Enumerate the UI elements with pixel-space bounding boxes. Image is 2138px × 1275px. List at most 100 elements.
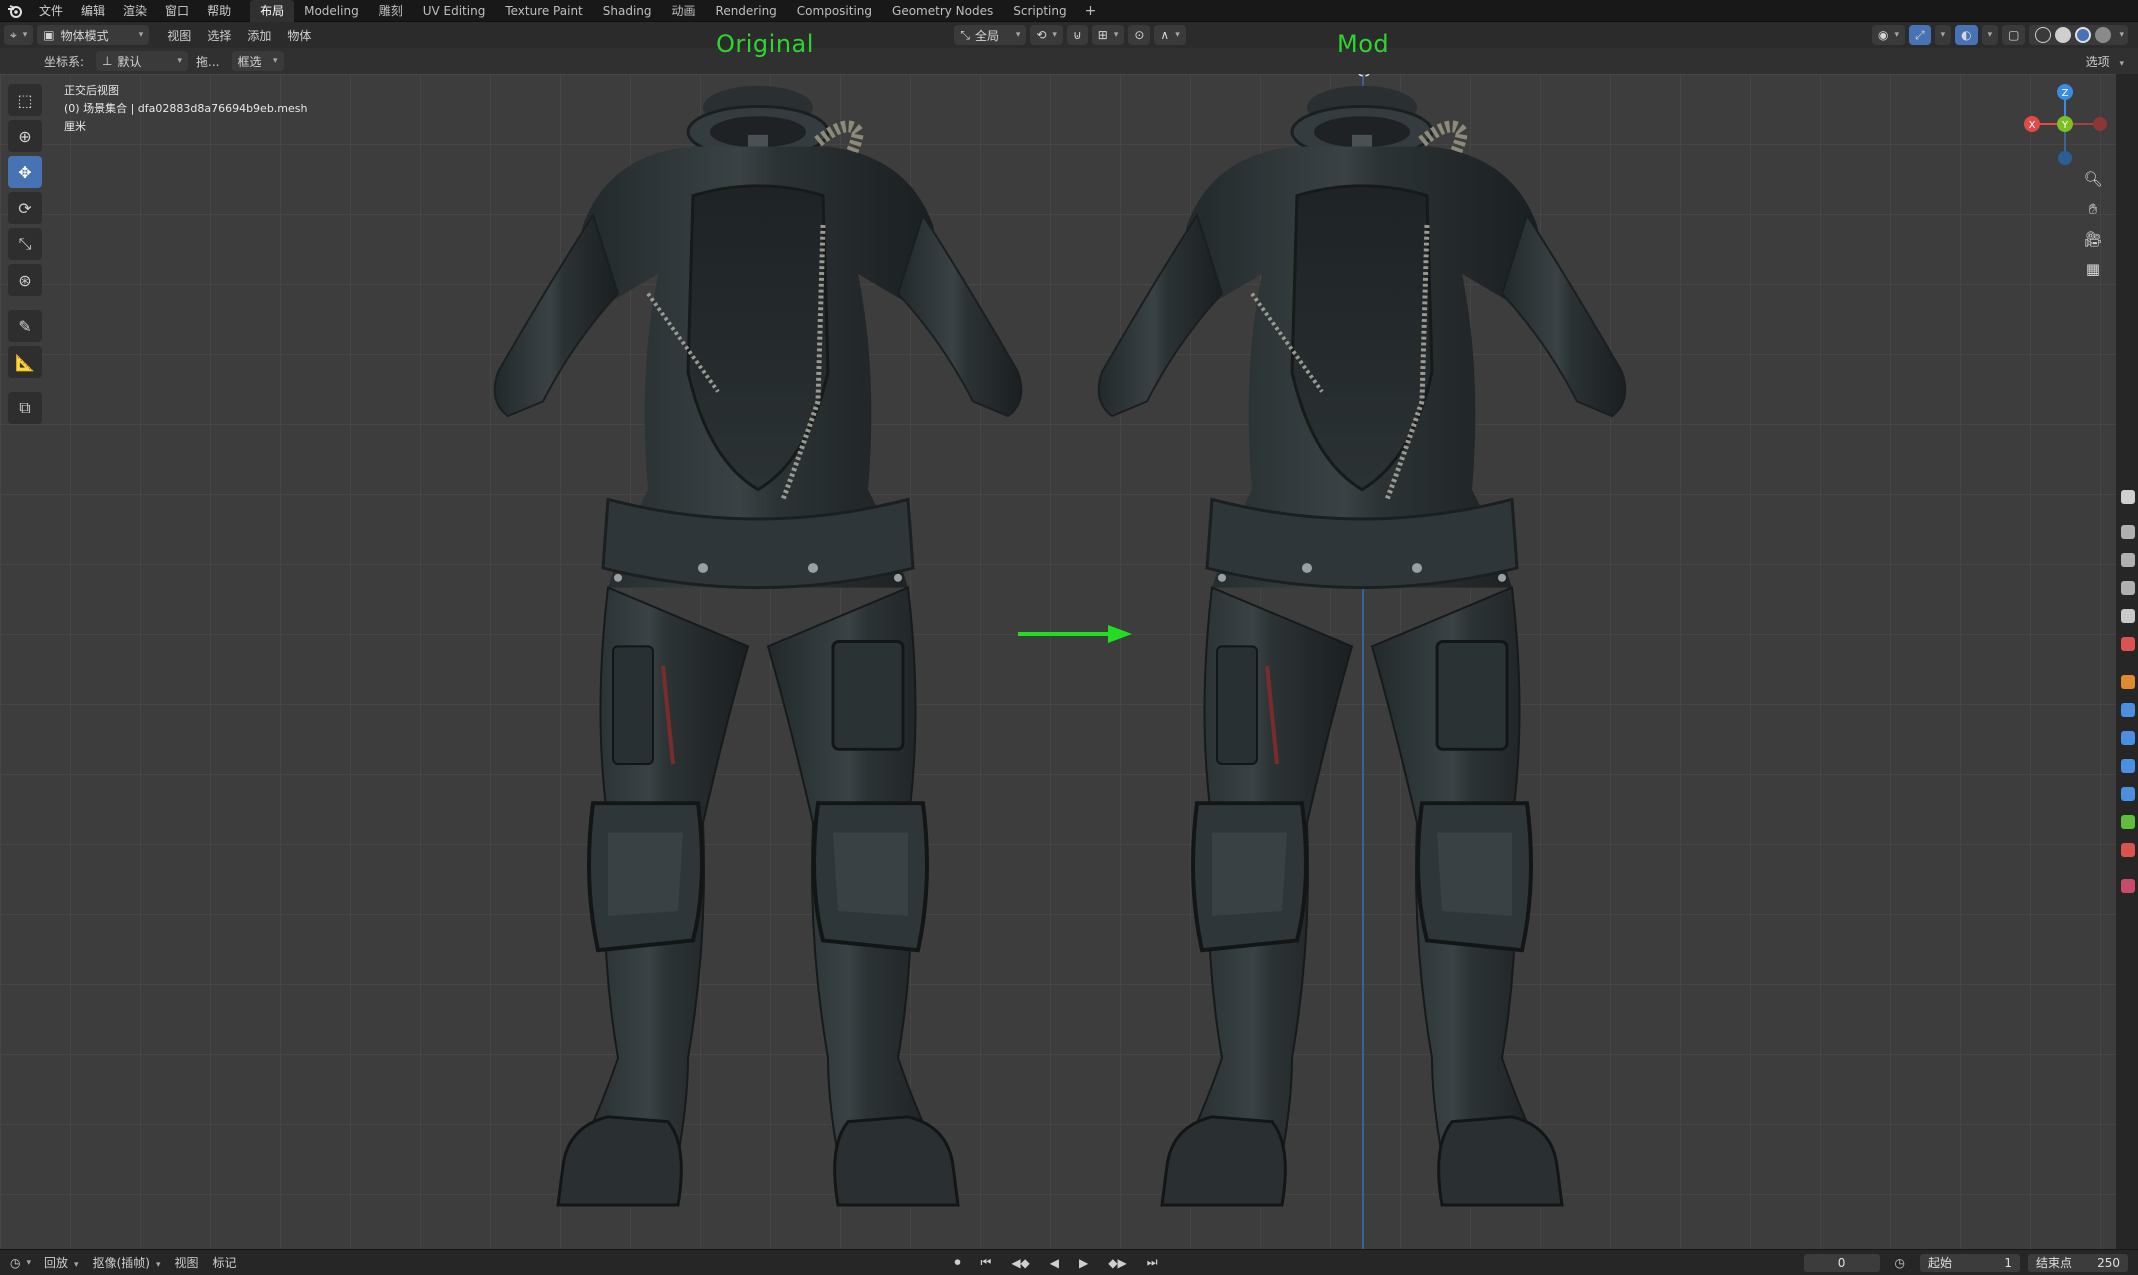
move-tool[interactable]: ✥ <box>8 156 42 188</box>
3d-cursor-icon <box>1357 74 1371 77</box>
neg-z-axis-icon[interactable] <box>2058 151 2072 165</box>
falloff-curve-icon: ∧ <box>1160 28 1170 42</box>
navigation-gizmo[interactable]: Z X Y <box>2020 80 2110 170</box>
solid-shading-icon[interactable] <box>2055 27 2072 43</box>
editor-type-button[interactable]: ⌖ ▾ <box>4 25 34 45</box>
menu-select[interactable]: 选择 <box>199 27 239 44</box>
axis-icon: ⊥ <box>102 54 113 68</box>
annotate-tool[interactable]: ✎ <box>8 310 42 342</box>
falloff-button[interactable]: ∧ ▾ <box>1154 25 1186 45</box>
add-cube-tool[interactable]: ⧉ <box>8 392 42 424</box>
tab-scripting[interactable]: Scripting <box>1003 0 1076 22</box>
view-layer-tab-icon[interactable] <box>2121 581 2135 595</box>
menu-help[interactable]: 帮助 <box>198 0 240 22</box>
select-mode-select[interactable]: 框选 ▾ <box>231 51 284 71</box>
tab-animation[interactable]: 动画 <box>662 0 706 22</box>
tab-modeling[interactable]: Modeling <box>294 0 369 22</box>
jump-start-button[interactable]: ⏮ <box>974 1255 999 1270</box>
pivot-point-button[interactable]: ⟲ ▾ <box>1030 25 1063 45</box>
tab-uv-editing[interactable]: UV Editing <box>413 0 496 22</box>
world-tab-icon[interactable] <box>2121 637 2135 651</box>
menu-window[interactable]: 窗口 <box>156 0 198 22</box>
menu-edit[interactable]: 编辑 <box>72 0 114 22</box>
blender-logo-icon[interactable] <box>0 0 30 22</box>
xray-toggle[interactable]: ▢ <box>2002 25 2026 45</box>
material-shading-icon[interactable] <box>2075 27 2092 43</box>
play-button[interactable]: ▶ <box>1072 1256 1095 1270</box>
tab-compositing[interactable]: Compositing <box>787 0 882 22</box>
menu-view[interactable]: 视图 <box>159 27 199 44</box>
particles-tab-icon[interactable] <box>2121 731 2135 745</box>
options-button[interactable]: 选项 ▾ <box>2078 53 2132 70</box>
overlays-dropdown[interactable]: ▾ <box>1981 25 1999 45</box>
output-tab-icon[interactable] <box>2121 553 2135 567</box>
record-button[interactable]: ⏺ <box>948 1255 968 1270</box>
marker-menu[interactable]: 标记 <box>205 1254 243 1271</box>
add-workspace-button[interactable]: + <box>1077 3 1105 19</box>
transform-orientation-select[interactable]: ⤡ 全局 ▾ <box>954 25 1027 45</box>
wireframe-shading-icon[interactable] <box>2035 27 2052 43</box>
scene-tab-icon[interactable] <box>2121 609 2135 623</box>
snap-toggle[interactable]: ⊍ <box>1066 25 1088 45</box>
end-frame-field[interactable]: 结束点 250 <box>2028 1253 2128 1272</box>
gizmo-toggle[interactable]: ⤢ <box>1908 25 1931 45</box>
start-frame-field[interactable]: 起始 1 <box>1920 1253 2020 1272</box>
tab-geometry-nodes[interactable]: Geometry Nodes <box>882 0 1003 22</box>
ortho-grid-icon[interactable]: ▦ <box>2080 256 2106 282</box>
drag-label[interactable]: 拖... <box>188 53 227 70</box>
cursor-tool[interactable]: ⊕ <box>8 120 42 152</box>
visibility-button[interactable]: ◉ ▾ <box>1871 25 1905 45</box>
menu-render[interactable]: 渲染 <box>114 0 156 22</box>
camera-view-icon[interactable]: 🎥︎ <box>2080 226 2106 252</box>
neg-x-axis-icon[interactable] <box>2093 117 2107 131</box>
jump-end-button[interactable]: ⏭ <box>1140 1255 1165 1270</box>
select-box-tool[interactable]: ⬚ <box>8 84 42 116</box>
menu-object[interactable]: 物体 <box>279 27 319 44</box>
data-tab-icon[interactable] <box>2121 815 2135 829</box>
menu-file[interactable]: 文件 <box>30 0 72 22</box>
view-name: 正交后视图 <box>64 84 119 97</box>
keying-menu[interactable]: 抠像(插帧) ▾ <box>86 1254 168 1271</box>
object-tab-icon[interactable] <box>2121 675 2135 689</box>
rotate-tool[interactable]: ⟳ <box>8 192 42 224</box>
overlays-toggle[interactable]: ◐ <box>1955 25 1978 45</box>
prev-keyframe-button[interactable]: ◀◆ <box>1004 1256 1036 1270</box>
timeline-editor-type-button[interactable]: ◷ ▾ <box>4 1253 37 1273</box>
tab-texture-paint[interactable]: Texture Paint <box>495 0 592 22</box>
original-model[interactable] <box>495 86 1022 1205</box>
tab-rendering[interactable]: Rendering <box>706 0 787 22</box>
tool-tab-icon[interactable] <box>2121 490 2135 504</box>
preview-range-icon[interactable]: ◷ <box>1888 1256 1912 1270</box>
menu-add[interactable]: 添加 <box>239 27 279 44</box>
chevron-down-icon: ▾ <box>74 1260 79 1270</box>
shading-modes[interactable]: ▾ <box>2029 25 2128 45</box>
transform-tool[interactable]: ⊛ <box>8 264 42 296</box>
zoom-icon[interactable]: 🔍︎ <box>2080 166 2106 192</box>
scale-tool[interactable]: ⤡ <box>8 228 42 260</box>
mode-select[interactable]: ▣ 物体模式 ▾ <box>37 25 150 45</box>
3d-viewport[interactable]: Original <box>0 74 2116 1249</box>
playback-menu[interactable]: 回放 ▾ <box>37 1254 86 1271</box>
snap-target-button[interactable]: ⊞ ▾ <box>1091 25 1125 45</box>
measure-tool[interactable]: 📐 <box>8 346 42 378</box>
pan-hand-icon[interactable]: ✋︎ <box>2080 196 2106 222</box>
chevron-down-icon: ▾ <box>2119 30 2124 40</box>
gizmo-dropdown[interactable]: ▾ <box>1934 25 1952 45</box>
mod-model[interactable] <box>1099 86 1626 1205</box>
coord-system-select[interactable]: ⊥ 默认 ▾ <box>96 51 189 71</box>
render-tab-icon[interactable] <box>2121 525 2135 539</box>
current-frame-field[interactable]: 0 <box>1803 1253 1880 1272</box>
rendered-shading-icon[interactable] <box>2095 27 2112 43</box>
texture-tab-icon[interactable] <box>2121 879 2135 893</box>
timeline-view-menu[interactable]: 视图 <box>167 1254 205 1271</box>
next-keyframe-button[interactable]: ◆▶ <box>1101 1256 1133 1270</box>
material-tab-icon[interactable] <box>2121 843 2135 857</box>
physics-tab-icon[interactable] <box>2121 759 2135 773</box>
play-reverse-button[interactable]: ◀ <box>1043 1256 1066 1270</box>
modifier-tab-icon[interactable] <box>2121 703 2135 717</box>
tab-sculpting[interactable]: 雕刻 <box>369 0 413 22</box>
tab-layout[interactable]: 布局 <box>250 0 295 22</box>
proportional-edit-toggle[interactable]: ⊙ <box>1128 25 1151 45</box>
tab-shading[interactable]: Shading <box>593 0 662 22</box>
constraints-tab-icon[interactable] <box>2121 787 2135 801</box>
